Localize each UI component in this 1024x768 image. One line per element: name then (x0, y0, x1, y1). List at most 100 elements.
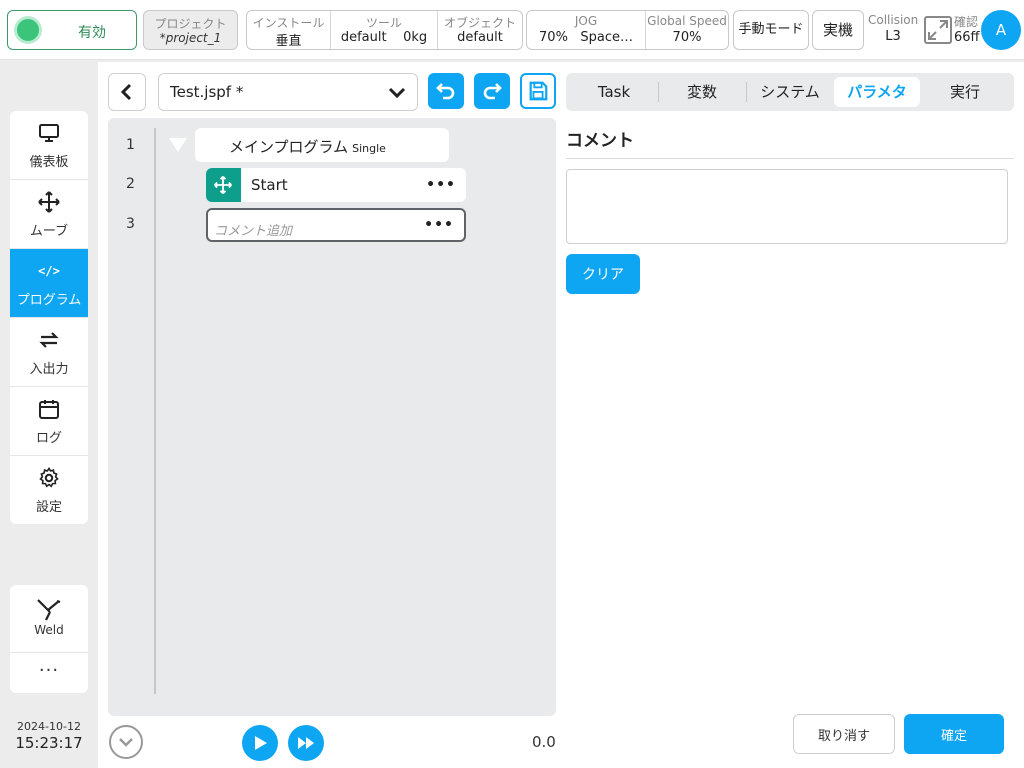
start-label: Start (251, 176, 288, 194)
comment-node-placeholder: コメント追加 (214, 224, 293, 239)
project-selector[interactable]: プロジェクト *project_1 (143, 10, 238, 50)
tab-execute[interactable]: 実行 (926, 77, 1004, 107)
main-program-label: メインプログラム (229, 138, 349, 156)
tab-variables[interactable]: 変数 (664, 77, 740, 107)
save-icon (529, 81, 548, 101)
weld-label: Weld (34, 623, 64, 637)
user-avatar[interactable]: A (981, 10, 1021, 50)
collision-indicator[interactable]: Collision L3 (868, 13, 918, 44)
play-icon (255, 736, 267, 750)
global-speed-cell[interactable]: Global Speed 70% (646, 11, 728, 49)
object-value: default (457, 30, 503, 45)
manual-mode-button[interactable]: 手動モード (733, 10, 809, 50)
tool-weight: 0kg (403, 30, 428, 45)
clock-date: 2024-10-12 (17, 720, 81, 733)
file-name: Test.jspf * (170, 83, 244, 101)
panel-tabs: Task 変数 システム パラメタ 実行 (566, 73, 1014, 111)
tab-parameters[interactable]: パラメタ (834, 77, 920, 107)
nav-item-program[interactable]: </> プログラム (10, 249, 88, 318)
install-value: 垂直 (275, 34, 302, 49)
comment-node-menu-icon[interactable]: ••• (424, 217, 454, 233)
global-speed-value: 70% (672, 30, 702, 45)
status-indicator-icon (17, 19, 39, 41)
clock-time: 15:23:17 (15, 734, 83, 752)
step-forward-button[interactable] (288, 725, 324, 761)
save-button[interactable] (520, 73, 556, 109)
gutter-divider (154, 128, 156, 694)
scroll-down-icon[interactable] (109, 725, 143, 759)
undo-icon (436, 83, 455, 100)
robot-status-button[interactable]: 有効 (7, 10, 137, 50)
cancel-button[interactable]: 取り消す (793, 714, 895, 754)
tab-divider (746, 82, 747, 102)
nav-item-settings[interactable]: 設定 (10, 456, 88, 524)
start-node[interactable]: Start ••• (206, 168, 466, 202)
collision-label: Collision (868, 13, 919, 27)
confirm-button[interactable]: 確定 (904, 714, 1004, 754)
program-tree[interactable]: 1 2 3 メインプログラム Single Start ••• コメント追加 ••… (108, 118, 556, 716)
confirm-value: 66ff (954, 30, 980, 45)
line-number: 1 (126, 137, 135, 153)
execution-value: 0.0 (532, 733, 556, 751)
play-button[interactable] (242, 725, 278, 761)
main-program-mode: Single (352, 142, 386, 155)
monitor-icon (10, 121, 88, 145)
tab-system[interactable]: システム (750, 77, 830, 107)
object-cell[interactable]: オブジェクト default (438, 11, 522, 49)
start-node-menu-icon[interactable]: ••• (426, 177, 456, 193)
start-node-badge (206, 168, 241, 202)
main-program-title: メインプログラム Single (229, 136, 386, 157)
line-number: 2 (126, 176, 135, 192)
nav-item-dashboard[interactable]: 儀表板 (10, 111, 88, 180)
clear-button[interactable]: クリア (566, 254, 640, 294)
comment-node[interactable]: コメント追加 ••• (206, 208, 466, 242)
jog-cell[interactable]: JOG 70% Space… (527, 11, 646, 49)
line-number: 3 (126, 216, 135, 232)
nav-item-weld[interactable]: Weld (10, 585, 88, 653)
chevron-left-icon (120, 83, 132, 101)
status-label: 有効 (78, 25, 106, 41)
nav-label: 入出力 (29, 362, 69, 377)
install-cell[interactable]: インストール 垂直 (247, 11, 331, 49)
comment-textarea[interactable] (566, 169, 1008, 244)
move-arrows-icon (10, 190, 88, 214)
swap-arrows-icon (10, 328, 88, 352)
redo-button[interactable] (474, 73, 510, 109)
project-label: プロジェクト (154, 17, 227, 31)
confirm-label: 確認 (954, 15, 979, 29)
main-program-node[interactable]: メインプログラム Single (169, 128, 449, 162)
nav-item-move[interactable]: ムーブ (10, 180, 88, 249)
real-robot-button[interactable]: 実機 (812, 10, 864, 50)
jog-label: JOG (574, 14, 598, 28)
fast-forward-icon (298, 737, 314, 749)
main-nav: 儀表板 ムーブ </> プログラム 入出力 ログ 設定 (10, 111, 88, 524)
chevron-down-circle-icon (119, 738, 133, 747)
jog-percent: 70% (539, 30, 568, 45)
nav-label: ムーブ (29, 224, 69, 239)
redo-icon (483, 83, 502, 100)
global-speed-label: Global Speed (647, 14, 727, 28)
section-divider (566, 158, 1014, 159)
nav-label: プログラム (16, 293, 82, 308)
file-selector[interactable]: Test.jspf * (158, 73, 418, 111)
back-button[interactable] (108, 73, 146, 111)
program-workspace: Test.jspf * 1 2 3 メインプログラム Single Start •… (98, 62, 1024, 768)
install-tool-object-group[interactable]: インストール 垂直 ツール default 0kg オブジェクト default (246, 10, 523, 50)
collapse-triangle-icon[interactable] (169, 138, 187, 152)
undo-button[interactable] (428, 73, 464, 109)
expand-icon[interactable] (924, 16, 952, 44)
tool-label: ツール (365, 16, 402, 30)
nav-item-log[interactable]: ログ (10, 387, 88, 456)
section-title: コメント (566, 131, 634, 151)
tab-task[interactable]: Task (576, 77, 652, 107)
nav-item-io[interactable]: 入出力 (10, 318, 88, 387)
project-name: *project_1 (159, 31, 222, 45)
jog-speed-group[interactable]: JOG 70% Space… Global Speed 70% (526, 10, 729, 50)
collision-value: L3 (885, 29, 901, 44)
jog-space: Space… (580, 30, 633, 45)
object-label: オブジェクト (443, 16, 516, 30)
more-plugins-button[interactable]: ··· (10, 653, 88, 693)
install-label: インストール (252, 16, 325, 30)
tool-cell[interactable]: ツール default 0kg (331, 11, 438, 49)
calendar-icon (10, 397, 88, 421)
